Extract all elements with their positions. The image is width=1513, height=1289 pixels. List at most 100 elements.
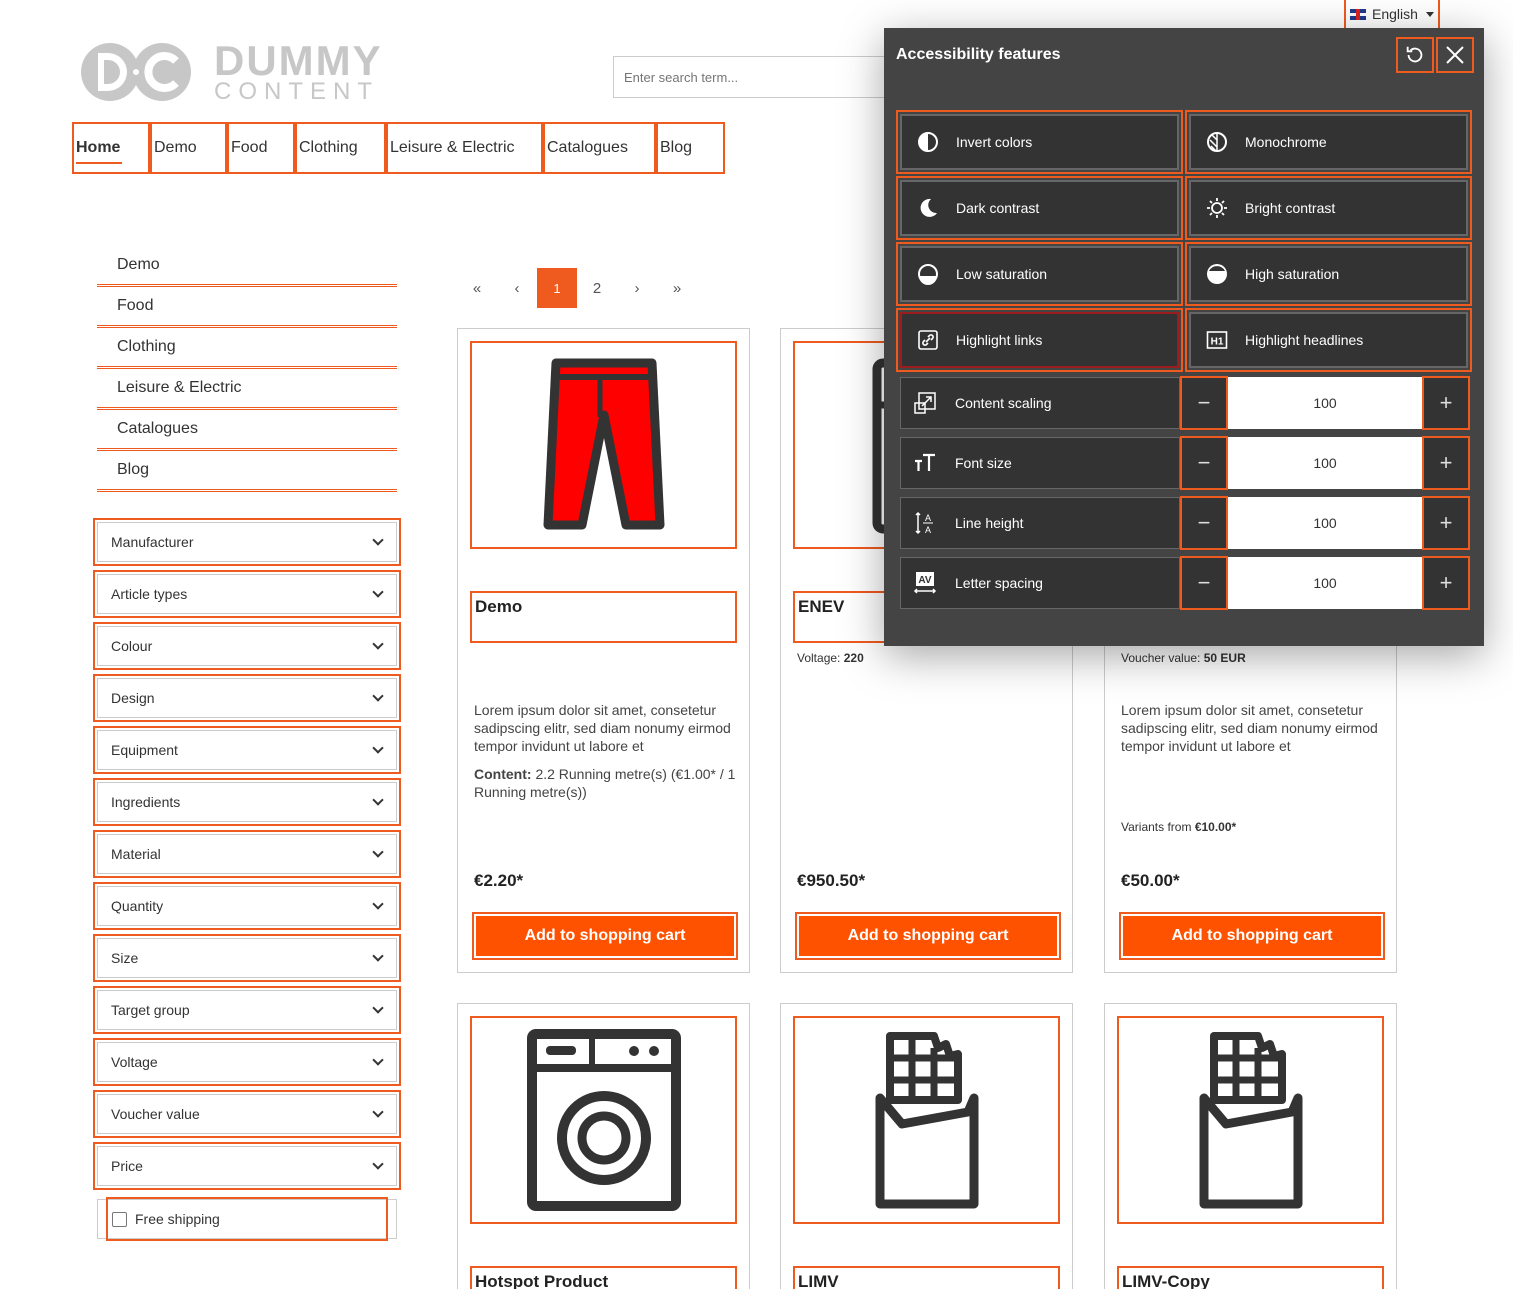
nav-item-food[interactable]: Food <box>227 122 295 174</box>
invert-icon <box>918 132 938 152</box>
line-height-value[interactable]: 100 <box>1228 497 1422 549</box>
filter-size[interactable]: Size <box>93 934 401 982</box>
chevron-down-icon <box>372 794 384 806</box>
content-scaling-value[interactable]: 100 <box>1228 377 1422 429</box>
free-shipping-toggle[interactable]: Free shipping <box>106 1197 388 1241</box>
product-property: Voucher value: 50 EUR <box>1121 651 1246 665</box>
pagination-page-2[interactable]: 2 <box>577 268 617 308</box>
letter-spacing-decrease-button[interactable]: − <box>1180 556 1228 610</box>
nav-item-blog[interactable]: Blog <box>656 122 725 174</box>
font-size-increase-button[interactable]: + <box>1422 436 1470 490</box>
product-image-link[interactable] <box>1117 1016 1384 1224</box>
svg-text:AV: AV <box>918 575 931 586</box>
line-height-decrease-button[interactable]: − <box>1180 496 1228 550</box>
content-scaling-control: Content scaling − 100 + <box>900 376 1470 430</box>
filter-voucher-value[interactable]: Voucher value <box>93 1090 401 1138</box>
letter-spacing-value[interactable]: 100 <box>1228 557 1422 609</box>
filter-voltage[interactable]: Voltage <box>93 1038 401 1086</box>
product-image-link[interactable] <box>793 1016 1060 1224</box>
nav-item-catalogues[interactable]: Catalogues <box>543 122 656 174</box>
add-to-cart-button[interactable]: Add to shopping cart <box>795 912 1061 960</box>
link-icon <box>918 330 938 350</box>
pagination-page-1[interactable]: 1 <box>537 268 577 308</box>
sidebar-categories: Demo Food Clothing Leisure & Electric Ca… <box>97 246 397 492</box>
monochrome-icon <box>1207 132 1227 152</box>
accessibility-panel: Accessibility features Invert colors Mon… <box>884 28 1484 646</box>
high-saturation-button[interactable]: High saturation <box>1185 242 1472 306</box>
filter-manufacturer[interactable]: Manufacturer <box>93 518 401 566</box>
trousers-icon <box>543 358 664 530</box>
highlight-links-button[interactable]: Highlight links <box>896 308 1183 372</box>
pagination-prev[interactable]: ‹ <box>497 268 537 308</box>
language-selector[interactable]: English <box>1344 0 1440 30</box>
free-shipping-checkbox[interactable] <box>112 1211 127 1227</box>
product-price: €50.00* <box>1121 871 1180 890</box>
reset-icon <box>1406 46 1423 63</box>
product-image-link[interactable] <box>470 341 737 549</box>
chevron-down-icon <box>372 898 384 910</box>
filter-material[interactable]: Material <box>93 830 401 878</box>
sidebar-item-catalogues[interactable]: Catalogues <box>97 410 397 451</box>
product-name[interactable]: Demo <box>470 591 737 643</box>
bright-contrast-button[interactable]: Bright contrast <box>1185 176 1472 240</box>
uk-flag-icon <box>1350 8 1366 20</box>
chocolate-icon <box>875 1032 978 1209</box>
chevron-down-icon <box>372 690 384 702</box>
add-to-cart-button[interactable]: Add to shopping cart <box>1119 912 1385 960</box>
svg-text:H1: H1 <box>1211 337 1224 348</box>
scale-icon <box>914 392 936 414</box>
nav-item-demo[interactable]: Demo <box>150 122 227 174</box>
pagination-first[interactable]: « <box>457 268 497 308</box>
monochrome-button[interactable]: Monochrome <box>1185 110 1472 174</box>
close-button[interactable] <box>1436 37 1474 73</box>
svg-text:A: A <box>925 525 931 535</box>
content-scaling-decrease-button[interactable]: − <box>1180 376 1228 430</box>
content-scaling-increase-button[interactable]: + <box>1422 376 1470 430</box>
sidebar-item-demo[interactable]: Demo <box>97 246 397 287</box>
chevron-down-icon <box>372 586 384 598</box>
invert-colors-button[interactable]: Invert colors <box>896 110 1183 174</box>
product-name[interactable]: LIMV <box>793 1266 1060 1289</box>
chevron-down-icon <box>372 1054 384 1066</box>
sidebar-item-blog[interactable]: Blog <box>97 451 397 492</box>
pagination-last[interactable]: » <box>657 268 697 308</box>
low-saturation-button[interactable]: Low saturation <box>896 242 1183 306</box>
line-height-increase-button[interactable]: + <box>1422 496 1470 550</box>
reset-button[interactable] <box>1396 37 1434 73</box>
product-image-link[interactable] <box>470 1016 737 1224</box>
caret-down-icon <box>1425 11 1434 17</box>
sidebar-item-leisure-electric[interactable]: Leisure & Electric <box>97 369 397 410</box>
filter-colour[interactable]: Colour <box>93 622 401 670</box>
logo-line1: DUMMY <box>214 37 383 84</box>
free-shipping-label: Free shipping <box>135 1211 220 1227</box>
search-input[interactable] <box>613 56 903 98</box>
product-name[interactable]: Hotspot Product <box>470 1266 737 1289</box>
product-name[interactable]: LIMV-Copy <box>1117 1266 1384 1289</box>
moon-icon <box>920 198 937 217</box>
sidebar-item-clothing[interactable]: Clothing <box>97 328 397 369</box>
nav-item-home[interactable]: Home <box>72 122 150 174</box>
chevron-down-icon <box>372 1106 384 1118</box>
filter-design[interactable]: Design <box>93 674 401 722</box>
filter-target-group[interactable]: Target group <box>93 986 401 1034</box>
highlight-headlines-button[interactable]: H1 Highlight headlines <box>1185 308 1472 372</box>
filter-ingredients[interactable]: Ingredients <box>93 778 401 826</box>
filter-quantity[interactable]: Quantity <box>93 882 401 930</box>
letter-spacing-increase-button[interactable]: + <box>1422 556 1470 610</box>
font-size-value[interactable]: 100 <box>1228 437 1422 489</box>
nav-item-leisure-electric[interactable]: Leisure & Electric <box>386 122 543 174</box>
nav-item-clothing[interactable]: Clothing <box>295 122 386 174</box>
filter-equipment[interactable]: Equipment <box>93 726 401 774</box>
h1-icon: H1 <box>1206 331 1228 349</box>
font-size-decrease-button[interactable]: − <box>1180 436 1228 490</box>
filter-article-types[interactable]: Article types <box>93 570 401 618</box>
pagination-next[interactable]: › <box>617 268 657 308</box>
chevron-down-icon <box>372 846 384 858</box>
product-card: Hotspot Product <box>457 1003 750 1289</box>
add-to-cart-button[interactable]: Add to shopping cart <box>472 912 738 960</box>
sun-icon <box>1207 198 1227 218</box>
logo[interactable]: DUMMY CONTENT <box>80 40 383 104</box>
filter-price[interactable]: Price <box>93 1142 401 1190</box>
sidebar-item-food[interactable]: Food <box>97 287 397 328</box>
dark-contrast-button[interactable]: Dark contrast <box>896 176 1183 240</box>
